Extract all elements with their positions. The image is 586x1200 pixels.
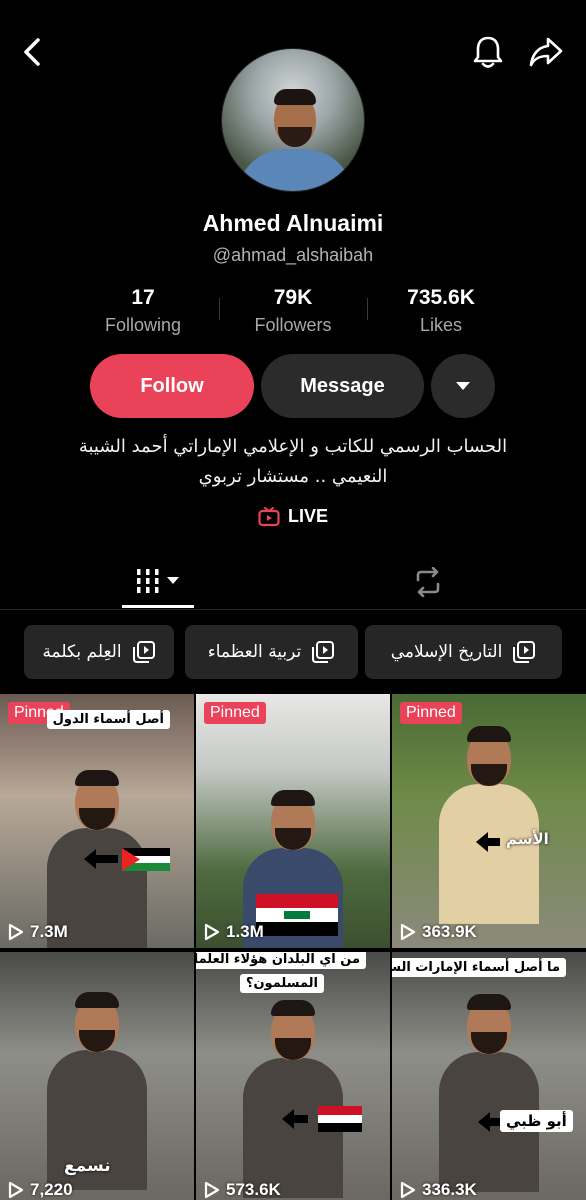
video-caption: أصل أسماء الدول (46, 710, 170, 729)
flag-arrow-icon (84, 848, 170, 871)
stat-likes-value: 735.6K (407, 286, 475, 309)
stat-followers[interactable]: 79K Followers (208, 286, 378, 336)
view-count-value: 7,220 (30, 1180, 73, 1199)
message-button[interactable]: Message (261, 354, 424, 418)
profile-name: Ahmed Alnuaimi (202, 210, 384, 236)
view-count-value: 1.3M (226, 922, 264, 941)
view-count: 336.3K (400, 1180, 477, 1200)
bio-line-2: النعيمي .. مستشار تربوي (198, 466, 388, 487)
iraq-flag-arrow-icon (282, 1106, 362, 1132)
playlist-chip[interactable]: العِلم بكلمة (24, 625, 174, 679)
video-thumbnail[interactable]: Pinned أصل أسماء الدول 7.3M (0, 694, 194, 948)
stat-following[interactable]: 17 Following (58, 286, 228, 336)
pinned-badge: Pinned (204, 702, 266, 724)
video-thumbnail[interactable]: Pinned 1.3M (196, 694, 390, 948)
live-label: LIVE (287, 506, 328, 526)
video-thumbnail[interactable]: من اي البلدان هؤلاء العلماء المسلمون؟ 57… (196, 952, 390, 1200)
video-thumbnail[interactable]: نسمع 7,220 (0, 952, 194, 1200)
stat-following-label: Following (104, 315, 182, 335)
playlist-row: التاريخ الإسلامي تربية العظماء العِلم بك… (0, 625, 586, 681)
profile-stats: 17 Following 79K Followers 735.6K Likes (0, 286, 586, 342)
view-count-value: 363.9K (422, 922, 477, 941)
playlist-label: تربية العظماء (207, 642, 302, 662)
play-icon (400, 923, 416, 941)
video-thumbnail[interactable]: ما أصل أسماء الإمارات السبع؟ أبو ظبي 336… (392, 952, 586, 1200)
play-icon (8, 923, 24, 941)
pinned-badge: Pinned (400, 702, 462, 724)
playlist-icon (132, 641, 155, 663)
play-icon (8, 1181, 24, 1199)
arrow-left-icon (476, 832, 500, 852)
playlist-chip[interactable]: تربية العظماء (185, 625, 358, 679)
stat-likes[interactable]: 735.6K Likes (356, 286, 526, 336)
tab-videos[interactable] (122, 556, 194, 608)
live-badge[interactable]: LIVE (0, 506, 586, 527)
video-caption: ما أصل أسماء الإمارات السبع؟ (392, 958, 566, 977)
stat-followers-label: Followers (254, 315, 332, 335)
live-tv-icon (258, 506, 280, 526)
view-count: 7.3M (8, 922, 68, 942)
playlist-chip[interactable]: التاريخ الإسلامي (365, 625, 562, 679)
video-caption: من اي البلدان هؤلاء العلماء (196, 952, 366, 969)
video-overlay-text: أبو ظبي (500, 1110, 573, 1132)
grid-icon (137, 568, 179, 593)
more-options-button[interactable] (431, 354, 495, 418)
back-icon[interactable] (14, 34, 50, 70)
bio-line-1: الحساب الرسمي للكاتب و الإعلامي الإمارات… (78, 436, 508, 457)
repost-icon (416, 567, 440, 597)
playlist-label: العِلم بكلمة (42, 642, 122, 662)
video-thumbnail[interactable]: Pinned الأسم 363.9K (392, 694, 586, 948)
video-overlay-text: نسمع (64, 1156, 111, 1176)
stat-following-value: 17 (131, 286, 155, 309)
view-count: 1.3M (204, 922, 264, 942)
content-tabs (0, 556, 586, 610)
play-icon (204, 1181, 220, 1199)
view-count: 363.9K (400, 922, 477, 942)
caret-down-icon (456, 382, 470, 390)
video-overlay-text: الأسم (506, 830, 549, 848)
bell-icon[interactable] (470, 34, 506, 70)
share-icon[interactable] (528, 34, 564, 70)
view-count-value: 573.6K (226, 1180, 281, 1199)
avatar[interactable] (221, 48, 365, 192)
video-caption-line-2: المسلمون؟ (239, 974, 324, 993)
view-count: 573.6K (204, 1180, 281, 1200)
stat-likes-label: Likes (419, 315, 463, 335)
play-icon (400, 1181, 416, 1199)
play-icon (204, 923, 220, 941)
stat-followers-value: 79K (273, 286, 313, 309)
video-grid: Pinned أصل أسماء الدول 7.3M Pinned 1.3M … (0, 694, 586, 1200)
profile-bio: الحساب الرسمي للكاتب و الإعلامي الإمارات… (40, 432, 546, 492)
view-count-value: 336.3K (422, 1180, 477, 1199)
iraq-flag-icon (256, 894, 338, 936)
view-count-value: 7.3M (30, 922, 68, 941)
playlist-label: التاريخ الإسلامي (390, 642, 503, 662)
follow-button[interactable]: Follow (90, 354, 254, 418)
profile-handle: @ahmad_alshaibah (212, 245, 374, 265)
view-count: 7,220 (8, 1180, 73, 1200)
tab-reposts[interactable] (392, 556, 464, 608)
playlist-icon (513, 641, 536, 663)
playlist-icon (312, 641, 335, 663)
